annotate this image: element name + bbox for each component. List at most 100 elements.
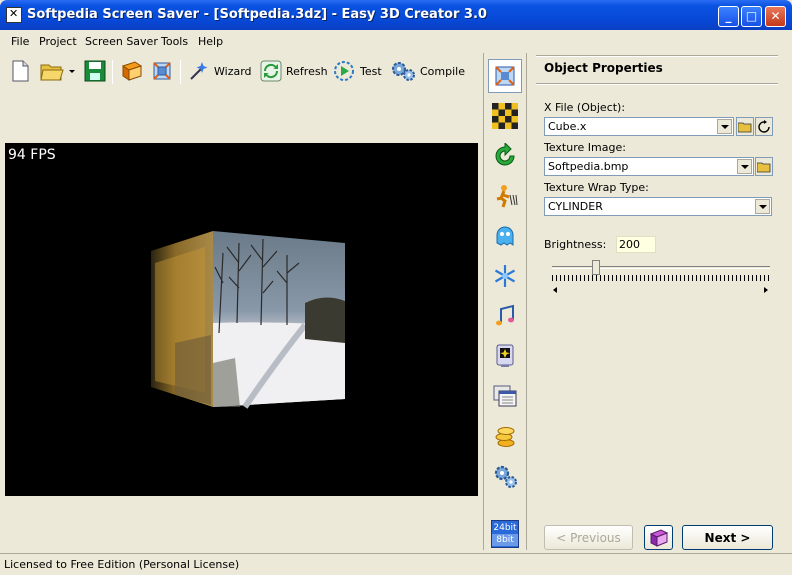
license-status: Licensed to Free Edition (Personal Licen… — [4, 558, 240, 571]
texture-value: Softpedia.bmp — [548, 160, 629, 173]
color-depth-badge: 24bit 8bit — [491, 520, 519, 548]
compile-button[interactable]: Compile — [390, 58, 465, 84]
cube-icon — [153, 62, 171, 80]
brightness-label: Brightness: — [544, 238, 607, 251]
compile-gears-icon — [392, 62, 415, 81]
gears-icon — [494, 465, 517, 488]
effects-tab-button[interactable] — [488, 259, 522, 293]
book-button[interactable] — [120, 58, 144, 84]
object-tab-button[interactable] — [488, 59, 522, 93]
running-figure-icon — [496, 185, 518, 208]
menu-help[interactable]: Help — [198, 35, 223, 48]
textured-cube — [151, 231, 345, 409]
refresh-icon — [260, 60, 282, 82]
xfile-dropdown-arrow[interactable] — [717, 119, 732, 134]
menu-screen-saver[interactable]: Screen Saver — [85, 35, 158, 48]
bit-8-label: 8bit — [492, 534, 518, 546]
motion-tab-button[interactable] — [488, 179, 522, 213]
menu-tools[interactable]: Tools — [161, 35, 188, 48]
toolbar-separator — [180, 60, 181, 84]
panel-divider — [536, 55, 778, 57]
test-button[interactable]: Test — [332, 58, 382, 84]
checker-texture-icon — [492, 103, 518, 129]
slider-left-arrow-icon — [553, 287, 557, 293]
music-tab-button[interactable] — [488, 299, 522, 333]
refresh-button[interactable]: Refresh — [260, 58, 328, 84]
windows-stack-icon — [493, 385, 517, 407]
save-button[interactable] — [84, 58, 106, 84]
status-bar: Licensed to Free Edition (Personal Licen… — [0, 553, 792, 575]
open-button[interactable] — [40, 58, 64, 84]
refresh-label: Refresh — [286, 64, 328, 78]
texture-tab-button[interactable] — [488, 99, 522, 133]
open-folder-icon — [40, 64, 64, 81]
brightness-slider-track[interactable] — [552, 266, 770, 269]
windows-tab-button[interactable] — [488, 379, 522, 413]
toolbar-separator — [112, 60, 113, 84]
xfile-refresh-button[interactable] — [755, 117, 773, 136]
xfile-label: X File (Object): — [544, 101, 626, 114]
brightness-value: 200 — [616, 236, 656, 253]
dropdown-arrow-icon — [69, 70, 75, 73]
minimize-button[interactable]: _ — [718, 6, 739, 27]
reload-icon — [758, 119, 770, 133]
brightness-slider-thumb[interactable] — [592, 260, 600, 275]
color-depth-toggle[interactable]: 24bit 8bit — [488, 519, 522, 549]
new-file-icon — [12, 60, 29, 82]
settings-tab-button[interactable] — [488, 459, 522, 493]
new-button[interactable] — [10, 58, 30, 84]
properties-panel: Object Properties X File (Object): Cube.… — [536, 53, 780, 550]
texture-browse-button[interactable] — [755, 157, 773, 176]
ghost-character-icon — [496, 226, 514, 246]
coins-stack-icon — [495, 427, 515, 447]
texture-label: Texture Image: — [544, 141, 626, 154]
help-book-button[interactable] — [644, 525, 673, 550]
menu-bar: File Project Screen Saver Tools Help — [0, 31, 792, 51]
snowflake-icon — [494, 265, 516, 287]
test-label: Test — [360, 64, 382, 78]
xfile-value: Cube.x — [548, 120, 587, 133]
window-title: Softpedia Screen Saver - [Softpedia.3dz]… — [27, 7, 487, 22]
bit-24-label: 24bit — [493, 523, 517, 533]
open-dropdown-button[interactable] — [68, 58, 76, 84]
wrap-type-value: CYLINDER — [548, 200, 603, 213]
next-button[interactable]: Next > — [682, 525, 773, 550]
menu-project[interactable]: Project — [39, 35, 77, 48]
wizard-button[interactable]: Wizard — [188, 58, 252, 84]
wrap-type-dropdown-arrow[interactable] — [755, 199, 770, 214]
close-button[interactable]: ✕ — [765, 6, 786, 27]
previous-button[interactable]: < Previous — [544, 525, 633, 550]
wrap-type-select[interactable]: CYLINDER — [544, 197, 772, 216]
xfile-browse-button[interactable] — [736, 117, 754, 136]
object-cube-icon — [495, 66, 515, 86]
wizard-wand-icon — [190, 62, 208, 80]
texture-dropdown-arrow[interactable] — [737, 159, 752, 174]
wrap-type-label: Texture Wrap Type: — [544, 181, 649, 194]
book-icon — [121, 61, 143, 81]
rotation-tab-button[interactable] — [488, 139, 522, 173]
3d-viewport[interactable]: 94 FPS — [5, 143, 478, 496]
rotate-arrow-icon — [495, 143, 515, 166]
menu-file[interactable]: File — [11, 35, 29, 48]
panel-divider — [536, 83, 778, 85]
app-icon[interactable] — [6, 7, 22, 23]
coins-tab-button[interactable] — [488, 419, 522, 453]
maximize-button[interactable]: □ — [741, 6, 762, 27]
title-bar: Softpedia Screen Saver - [Softpedia.3dz]… — [0, 0, 792, 30]
monitor-icon — [496, 344, 514, 367]
toolbar: Wizard Refresh Test Compile — [4, 54, 480, 88]
display-tab-button[interactable] — [488, 339, 522, 373]
music-notes-icon — [496, 304, 514, 326]
slider-right-arrow-icon — [764, 287, 768, 293]
folder-open-icon — [738, 122, 752, 132]
folder-open-icon — [757, 162, 771, 172]
xfile-select[interactable]: Cube.x — [544, 117, 734, 136]
side-icon-strip: 24bit 8bit — [483, 53, 527, 550]
help-book-icon — [649, 528, 668, 547]
cube-button[interactable] — [150, 58, 174, 84]
save-disk-icon — [84, 60, 106, 82]
character-tab-button[interactable] — [488, 219, 522, 253]
panel-title: Object Properties — [544, 61, 663, 75]
test-play-icon — [334, 61, 354, 81]
texture-select[interactable]: Softpedia.bmp — [544, 157, 754, 176]
